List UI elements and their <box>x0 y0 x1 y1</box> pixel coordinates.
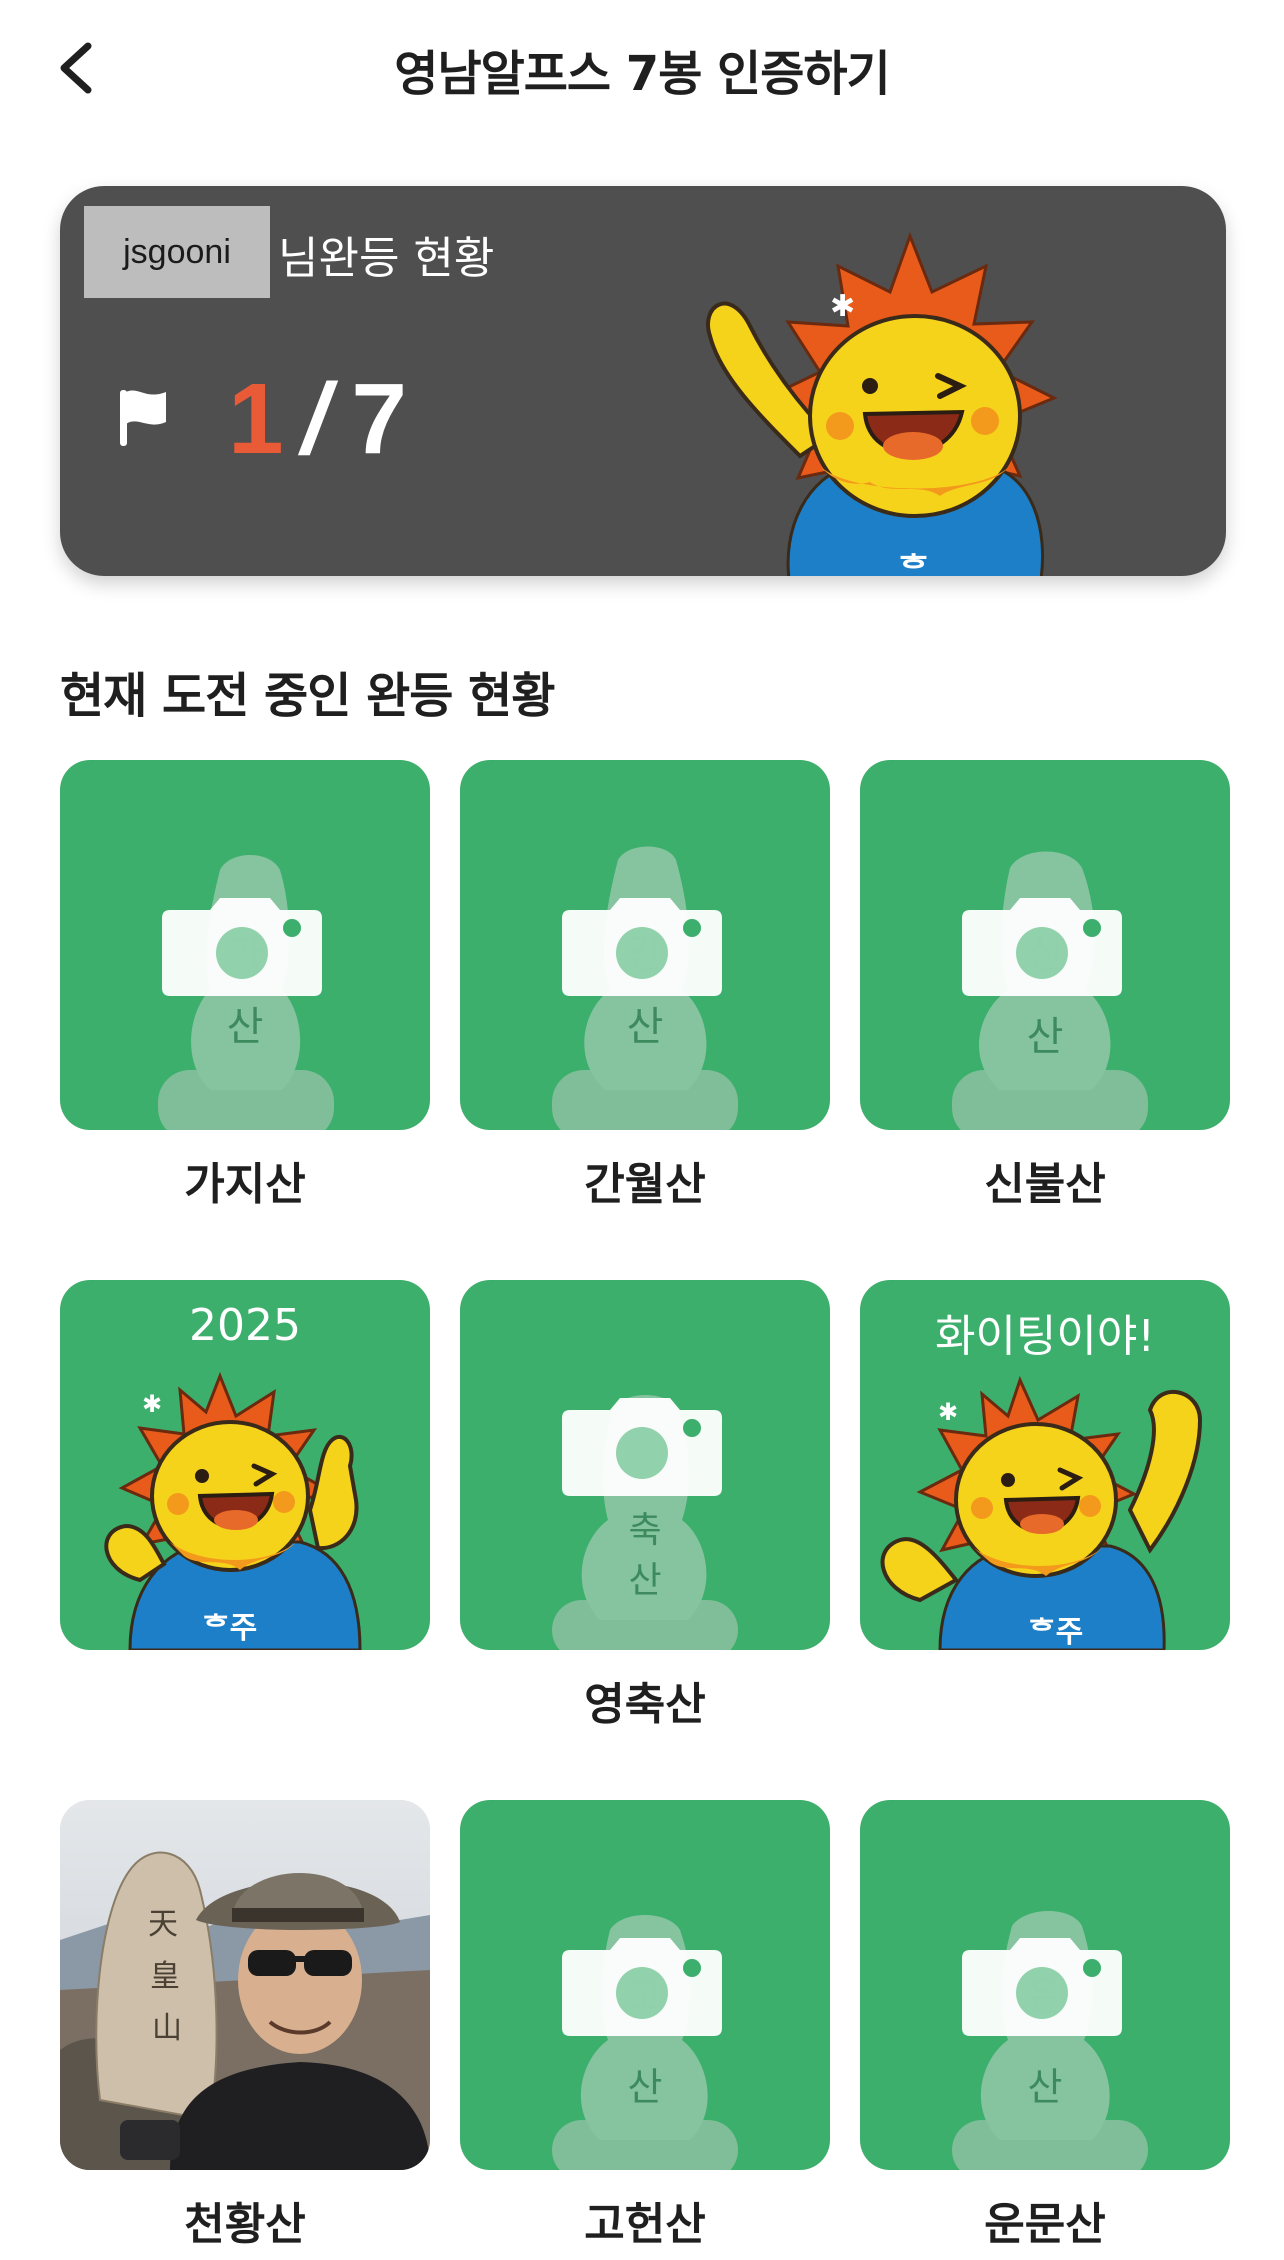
svg-text:산: 산 <box>627 1004 664 1050</box>
summit-stone-camera-icon: 고 산 <box>552 1915 738 2170</box>
svg-text:ᄒ: ᄒ <box>898 550 929 576</box>
completed-count: 1 <box>228 363 284 475</box>
mountain-label: 가지산 <box>184 1159 306 1210</box>
mountain-tile-yeongchuksan[interactable]: 축 산 <box>460 1280 830 1650</box>
mountain-tile-ganwolsan[interactable]: 간 산 <box>460 760 830 1130</box>
mountain-label: 영축산 <box>584 1679 706 1730</box>
svg-text:皇: 皇 <box>150 1959 180 1994</box>
svg-text:✱: ✱ <box>830 289 855 324</box>
mascot-waving-illustration: ✱ ᄒ <box>706 231 1058 576</box>
total-count: 7 <box>351 363 408 475</box>
mountain-tile-goheonsan[interactable]: 고 산 <box>460 1800 830 2170</box>
summit-stone-camera-icon: 가 산 <box>158 855 334 1130</box>
summit-stone-camera-icon: 간 산 <box>552 846 738 1130</box>
mountain-label: 고헌산 <box>584 2199 706 2250</box>
svg-text:산: 산 <box>628 2065 663 2109</box>
mountain-label: 천황산 <box>184 2199 306 2250</box>
mountain-tile-gajisan[interactable]: 가 산 <box>60 760 430 1130</box>
completion-status-card: jsgooni 님완등 현황 1/7 ✱ ᄒ <box>60 186 1226 576</box>
svg-text:天: 天 <box>148 1907 178 1942</box>
svg-text:山: 山 <box>152 2011 182 2046</box>
page-title: 영남알프스 7봉 인증하기 <box>394 46 890 102</box>
mountain-label: 간월산 <box>584 1159 706 1210</box>
completion-count: 1/7 <box>228 362 407 477</box>
status-label: 님완등 현황 <box>278 233 495 284</box>
mountain-tile-sinbulsan[interactable]: 신 산 <box>860 760 1230 1130</box>
mountain-label: 신불산 <box>984 1159 1106 1210</box>
count-separator: / <box>301 363 330 475</box>
svg-text:✱: ✱ <box>142 1390 162 1418</box>
svg-text:✱: ✱ <box>938 1398 958 1426</box>
svg-text:산: 산 <box>227 1004 264 1050</box>
tile-caption: 화이팅이야! <box>934 1311 1156 1362</box>
svg-text:산: 산 <box>1028 2065 1063 2109</box>
svg-text:ᄒ주: ᄒ주 <box>202 1611 257 1646</box>
section-title: 현재 도전 중인 완등 현황 <box>60 668 555 724</box>
sticker-tile-fighting[interactable]: ✱ ᄒ주 화이팅이야! <box>860 1280 1230 1650</box>
summit-stone-camera-icon: 축 산 <box>552 1395 738 1650</box>
svg-text:ᄒ주: ᄒ주 <box>1028 1615 1083 1650</box>
svg-text:산: 산 <box>628 1560 661 1601</box>
mountain-tile-cheonhwangsan-photo[interactable]: 天 皇 山 <box>60 1800 430 2170</box>
username-badge: jsgooni <box>84 206 270 298</box>
svg-text:축: 축 <box>628 1510 661 1551</box>
mountain-label: 운문산 <box>984 2199 1106 2250</box>
header: 영남알프스 7봉 인증하기 <box>0 0 1284 140</box>
svg-text:산: 산 <box>1027 1014 1064 1060</box>
summit-stone-camera-icon: 신 산 <box>952 851 1148 1130</box>
summit-selfie-photo: 天 皇 山 <box>60 1800 430 2170</box>
tile-caption: 2025 <box>189 1300 301 1351</box>
mountain-tile-unmunsan[interactable]: 운 산 <box>860 1800 1230 2170</box>
flag-icon <box>120 390 166 446</box>
sticker-tile-2025[interactable]: ✱ ᄒ주 2025 <box>60 1280 430 1650</box>
summit-stone-camera-icon: 운 산 <box>952 1911 1148 2170</box>
